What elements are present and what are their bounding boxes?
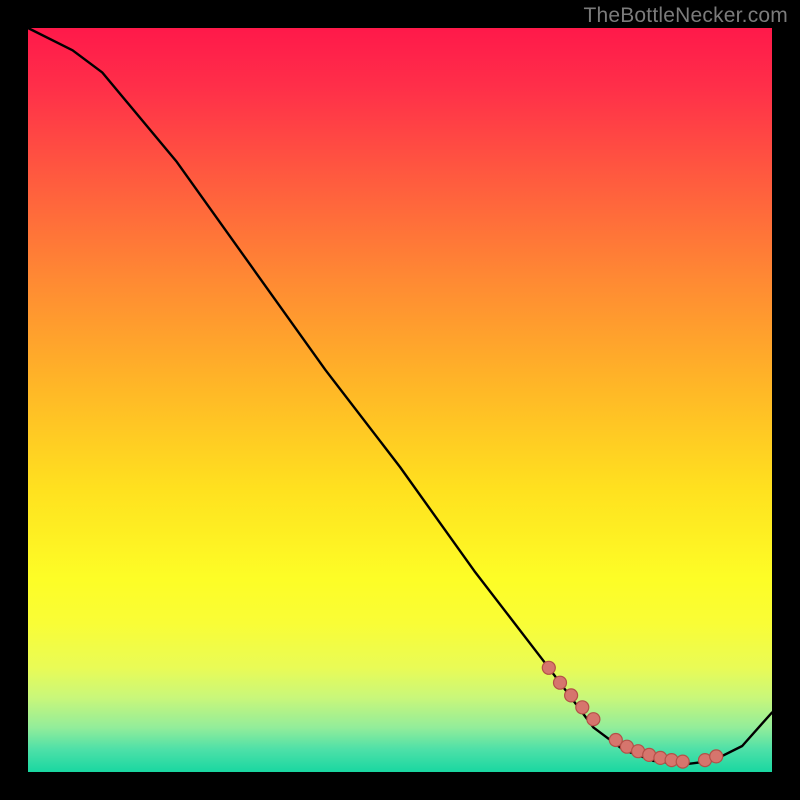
chart-svg xyxy=(28,28,772,772)
highlight-dot xyxy=(542,661,555,674)
highlight-dot xyxy=(576,701,589,714)
highlight-dot xyxy=(676,755,689,768)
bottleneck-curve xyxy=(28,28,772,765)
gradient-plot-area xyxy=(28,28,772,772)
chart-frame: TheBottleNecker.com xyxy=(0,0,800,800)
highlight-dot xyxy=(554,676,567,689)
highlight-dot xyxy=(710,750,723,763)
highlight-dot xyxy=(565,689,578,702)
highlight-dot xyxy=(587,713,600,726)
watermark-text: TheBottleNecker.com xyxy=(583,4,788,28)
highlight-dots xyxy=(542,661,722,768)
